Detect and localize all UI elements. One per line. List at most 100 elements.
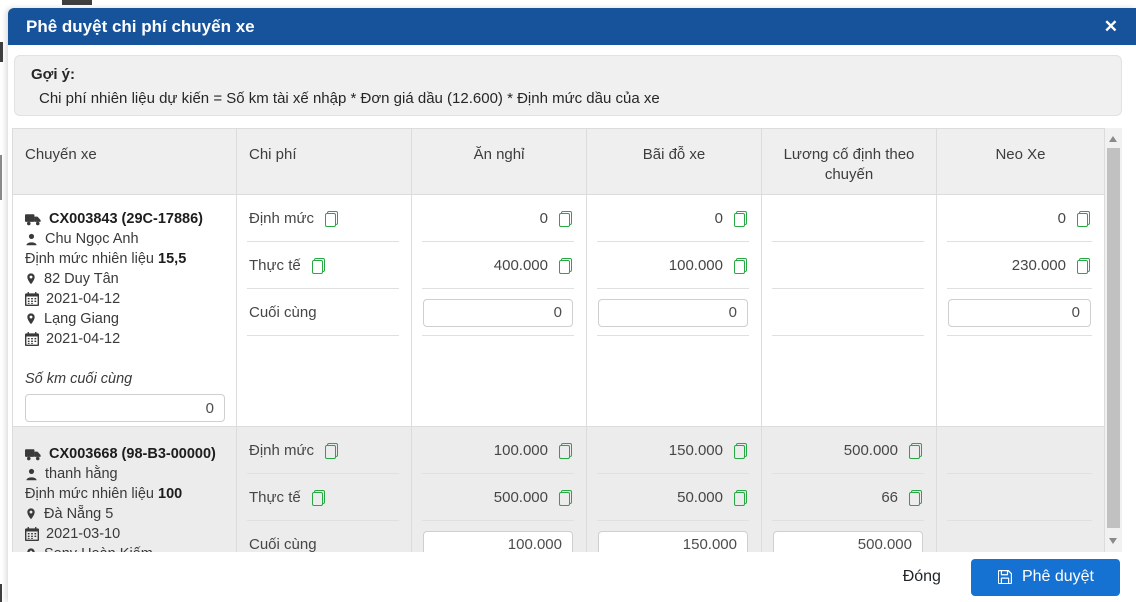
trip-code: CX003843 (29C-17886) xyxy=(49,211,203,227)
scroll-up-icon[interactable] xyxy=(1109,136,1117,142)
truck-icon xyxy=(25,213,42,226)
cost-value: 0 xyxy=(539,210,548,227)
fuel-norm-value: 15,5 xyxy=(158,251,187,267)
cost-label-cell: Định mức Thực tế Cuối cùng xyxy=(237,195,412,426)
truck-icon xyxy=(25,448,42,461)
final-cost-input[interactable] xyxy=(948,298,1091,327)
copy-icon[interactable] xyxy=(907,490,923,506)
final-cost-input[interactable] xyxy=(423,530,573,552)
fuel-norm-label: Định mức nhiên liệu xyxy=(25,486,154,502)
scrollbar-thumb[interactable] xyxy=(1107,148,1120,528)
copy-icon[interactable] xyxy=(732,211,748,227)
copy-icon[interactable] xyxy=(323,443,339,459)
origin-date: 2021-04-12 xyxy=(46,291,121,307)
cost-cell-luong-empty xyxy=(762,195,937,426)
row-label-dinh-muc: Định mức xyxy=(249,210,315,227)
hint-box: Gợi ý: Chi phí nhiên liệu dự kiến = Số k… xyxy=(14,55,1122,116)
cost-value: 0 xyxy=(714,210,723,227)
driver-name: thanh hằng xyxy=(45,466,118,482)
cost-value: 500.000 xyxy=(493,489,548,506)
table-row: CX003843 (29C-17886) Chu Ngọc Anh Định m… xyxy=(13,194,1104,426)
cost-label-cell: Định mức Thực tế Cuối cùng xyxy=(237,427,412,552)
vertical-scrollbar[interactable] xyxy=(1105,128,1122,552)
final-cost-input[interactable] xyxy=(598,530,748,552)
final-cost-input[interactable] xyxy=(773,530,923,552)
calendar-icon xyxy=(25,292,39,306)
copy-icon[interactable] xyxy=(323,211,339,227)
cost-cell-an-nghi: 0 400.000 xyxy=(412,195,587,426)
column-header-bai-do-xe: Bãi đỗ xe xyxy=(587,129,762,194)
cost-value: 66 xyxy=(881,489,898,506)
table-row: CX003668 (98-B3-00000) thanh hằng Định m… xyxy=(13,426,1104,552)
table-header-row: Chuyến xe Chi phí Ăn nghỉ Bãi đỗ xe Lươn… xyxy=(13,129,1104,194)
copy-icon[interactable] xyxy=(557,490,573,506)
approve-button[interactable]: Phê duyệt xyxy=(970,558,1120,596)
location-icon xyxy=(25,272,37,286)
cost-value: 500.000 xyxy=(843,442,898,459)
copy-icon[interactable] xyxy=(1075,211,1091,227)
cost-value: 100.000 xyxy=(493,442,548,459)
location-icon xyxy=(25,312,37,326)
driver-icon xyxy=(25,233,38,246)
driver-name: Chu Ngọc Anh xyxy=(45,231,139,247)
copy-icon[interactable] xyxy=(732,443,748,459)
cost-cell-luong: 500.000 66 xyxy=(762,427,937,552)
cost-cell-bai-do: 0 100.000 xyxy=(587,195,762,426)
cost-cell-an-nghi: 100.000 500.000 xyxy=(412,427,587,552)
column-header-luong-co-dinh: Lương cố định theo chuyến xyxy=(762,129,937,194)
hint-label: Gợi ý: xyxy=(31,66,76,83)
cost-value: 230.000 xyxy=(1011,257,1066,274)
cost-cell-neo-xe: 0 230.000 xyxy=(937,195,1104,426)
final-cost-input[interactable] xyxy=(598,298,748,327)
scroll-down-icon[interactable] xyxy=(1109,538,1117,544)
copy-icon[interactable] xyxy=(1075,258,1091,274)
origin: Đà Nẵng 5 xyxy=(44,506,114,522)
copy-icon[interactable] xyxy=(557,443,573,459)
close-button[interactable]: Đóng xyxy=(903,568,941,586)
trip-info-cell: CX003668 (98-B3-00000) thanh hằng Định m… xyxy=(13,427,237,552)
trip-code: CX003668 (98-B3-00000) xyxy=(49,446,216,462)
destination-date: 2021-04-12 xyxy=(46,331,121,347)
destination: Lạng Giang xyxy=(44,311,119,327)
cost-value: 400.000 xyxy=(493,257,548,274)
cost-value: 0 xyxy=(1057,210,1066,227)
approve-button-label: Phê duyệt xyxy=(1021,568,1094,585)
copy-icon[interactable] xyxy=(557,258,573,274)
save-icon xyxy=(997,569,1013,585)
backdrop-fragment xyxy=(0,155,2,200)
final-km-input[interactable] xyxy=(25,394,225,422)
cost-cell-neo-xe-empty xyxy=(937,427,1104,552)
cost-value: 50.000 xyxy=(677,489,723,506)
fuel-norm-value: 100 xyxy=(158,486,183,502)
final-km-label: Số km cuối cùng xyxy=(25,371,133,387)
origin: 82 Duy Tân xyxy=(44,271,119,287)
copy-icon[interactable] xyxy=(732,258,748,274)
origin-date: 2021-03-10 xyxy=(46,526,121,542)
column-header-an-nghi: Ăn nghỉ xyxy=(412,129,587,194)
row-label-dinh-muc: Định mức xyxy=(249,442,315,459)
row-label-thuc-te: Thực tế xyxy=(249,257,301,274)
row-label-cuoi-cung: Cuối cùng xyxy=(249,536,317,552)
copy-icon[interactable] xyxy=(907,443,923,459)
location-icon xyxy=(25,507,37,521)
final-cost-input[interactable] xyxy=(423,298,573,327)
calendar-icon xyxy=(25,527,39,541)
fuel-norm-label: Định mức nhiên liệu xyxy=(25,251,154,267)
copy-icon[interactable] xyxy=(310,490,326,506)
close-icon[interactable]: ✕ xyxy=(1104,18,1118,35)
backdrop-fragment xyxy=(0,42,3,62)
modal-title: Phê duyệt chi phí chuyến xe xyxy=(26,16,255,36)
copy-icon[interactable] xyxy=(557,211,573,227)
backdrop-fragment xyxy=(62,0,92,5)
cost-value: 100.000 xyxy=(668,257,723,274)
cost-value: 150.000 xyxy=(668,442,723,459)
copy-icon[interactable] xyxy=(732,490,748,506)
trip-info-cell: CX003843 (29C-17886) Chu Ngọc Anh Định m… xyxy=(13,195,237,426)
row-label-cuoi-cung: Cuối cùng xyxy=(249,304,317,321)
calendar-icon xyxy=(25,332,39,346)
modal-footer: Đóng Phê duyệt xyxy=(8,552,1136,602)
column-header-chi-phi: Chi phí xyxy=(237,129,412,194)
approve-cost-modal: Phê duyệt chi phí chuyến xe ✕ Gợi ý: Chi… xyxy=(8,8,1136,602)
copy-icon[interactable] xyxy=(310,258,326,274)
driver-icon xyxy=(25,468,38,481)
